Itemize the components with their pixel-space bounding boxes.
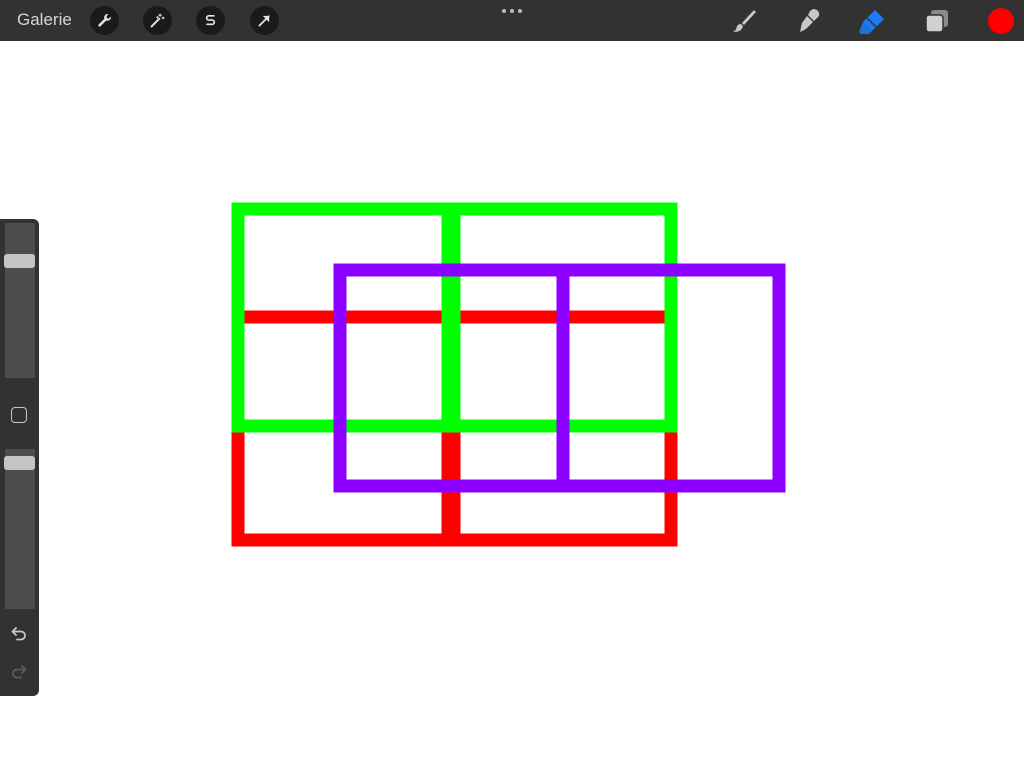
purple-grid-drawing [333,263,786,493]
dot [518,9,522,13]
dot [510,9,514,13]
selection-button[interactable] [196,6,225,35]
smudge-icon [800,9,820,32]
brush-icon [733,10,756,32]
layers-button[interactable] [923,7,951,35]
adjustments-button[interactable] [143,6,172,35]
actions-button[interactable] [90,6,119,35]
arrow-icon [258,15,270,27]
transform-button[interactable] [250,6,279,35]
eraser-tool-button[interactable] [858,7,886,35]
top-toolbar: Galerie [0,0,1024,41]
dot [502,9,506,13]
wrench-icon [98,14,111,27]
smudge-tool-button[interactable] [794,7,822,35]
canvas-artwork [231,202,786,547]
color-picker-button[interactable] [988,8,1014,34]
more-options-icon[interactable] [500,6,524,16]
procreate-app: Galerie [0,0,1024,768]
magic-wand-icon [150,13,165,28]
layers-icon [925,10,948,33]
gallery-button[interactable]: Galerie [17,10,72,30]
brush-tool-button[interactable] [730,7,758,35]
eraser-icon [859,10,884,34]
s-curve-icon [205,14,216,26]
drawing-canvas[interactable] [0,41,1024,768]
